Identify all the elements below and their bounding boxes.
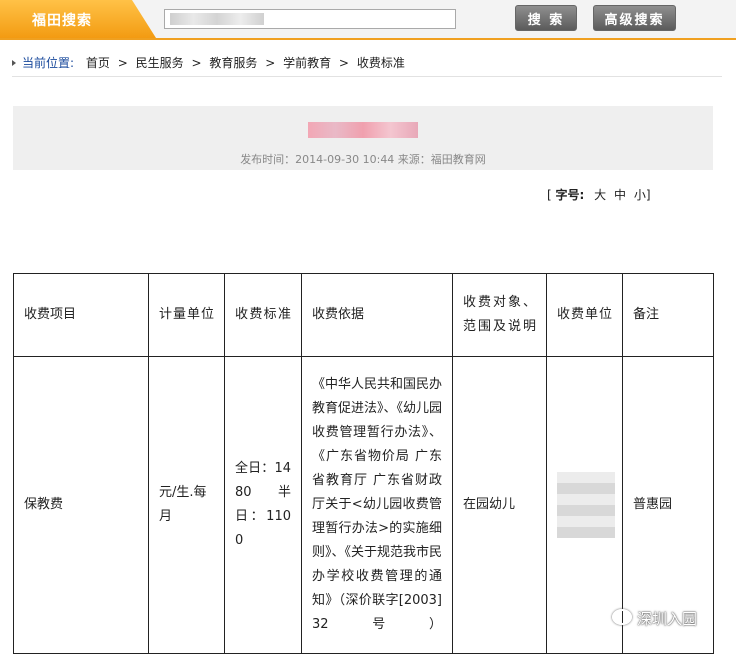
table-header-row: 收费项目 计量单位 收费标准 收费依据 收费对象、范围及说明 收费单位 备注 bbox=[13, 273, 714, 357]
font-size-selector: [ 字号: 大 中 小] bbox=[547, 186, 651, 203]
breadcrumb-separator: > bbox=[191, 56, 202, 70]
redacted-search-text bbox=[170, 13, 264, 25]
redacted-article-title bbox=[308, 122, 418, 138]
watermark: 深圳入园 bbox=[612, 608, 697, 629]
wechat-icon bbox=[612, 609, 632, 625]
table-row: 保教费 元/生.每月 全日：1480 半日：1100 《中华人民共和国民办教育促… bbox=[13, 356, 714, 654]
cell-unit: 元/生.每月 bbox=[148, 356, 225, 654]
header-collector: 收费单位 bbox=[546, 273, 623, 357]
brand-tab[interactable]: 福田搜索 bbox=[0, 0, 156, 38]
article-meta: 发布时间：2014-09-30 10:44 来源：福田教育网 bbox=[240, 153, 486, 166]
breadcrumb-label: 当前位置: bbox=[22, 56, 75, 70]
font-size-large[interactable]: 大 bbox=[594, 188, 606, 202]
cell-scope: 在园幼儿 bbox=[452, 356, 547, 654]
font-size-medium[interactable]: 中 bbox=[614, 188, 626, 202]
search-bar: 福田搜索 搜 索 高级搜索 bbox=[0, 0, 736, 40]
font-size-small[interactable]: 小 bbox=[634, 188, 646, 202]
breadcrumb-arrow-icon bbox=[12, 60, 16, 66]
breadcrumb-separator: > bbox=[117, 56, 128, 70]
cell-item: 保教费 bbox=[13, 356, 149, 654]
font-size-label: 字号: bbox=[555, 188, 585, 202]
breadcrumb-item-fees[interactable]: 收费标准 bbox=[357, 56, 405, 70]
redacted-collector bbox=[557, 472, 615, 538]
breadcrumb-item-preschool[interactable]: 学前教育 bbox=[283, 56, 331, 70]
breadcrumb: 当前位置: 首页 > 民生服务 > 教育服务 > 学前教育 > 收费标准 bbox=[12, 54, 405, 71]
search-button[interactable]: 搜 索 bbox=[515, 5, 577, 31]
header-remark: 备注 bbox=[622, 273, 714, 357]
fee-table: 收费项目 计量单位 收费标准 收费依据 收费对象、范围及说明 收费单位 备注 保… bbox=[13, 273, 714, 654]
brand-label: 福田搜索 bbox=[32, 13, 92, 29]
cell-standard: 全日：1480 半日：1100 bbox=[224, 356, 302, 654]
header-item: 收费项目 bbox=[13, 273, 149, 357]
header-unit: 计量单位 bbox=[148, 273, 225, 357]
breadcrumb-separator: > bbox=[265, 56, 276, 70]
font-size-bracket-open: [ bbox=[547, 188, 552, 202]
article-header: 发布时间：2014-09-30 10:44 来源：福田教育网 bbox=[13, 106, 713, 170]
breadcrumb-item-education[interactable]: 教育服务 bbox=[209, 56, 257, 70]
breadcrumb-item-livelihood[interactable]: 民生服务 bbox=[136, 56, 184, 70]
font-size-bracket-close: ] bbox=[645, 188, 651, 202]
watermark-text: 深圳入园 bbox=[637, 610, 698, 628]
advanced-search-button[interactable]: 高级搜索 bbox=[593, 5, 676, 31]
header-standard: 收费标准 bbox=[224, 273, 302, 357]
breadcrumb-item-home[interactable]: 首页 bbox=[86, 56, 110, 70]
breadcrumb-separator: > bbox=[338, 56, 349, 70]
cell-basis: 《中华人民共和国民办教育促进法》、《幼儿园收费管理暂行办法》、《广东省物价局 广… bbox=[301, 356, 453, 654]
breadcrumb-divider bbox=[12, 76, 722, 77]
header-scope: 收费对象、范围及说明 bbox=[452, 273, 547, 357]
header-basis: 收费依据 bbox=[301, 273, 453, 357]
